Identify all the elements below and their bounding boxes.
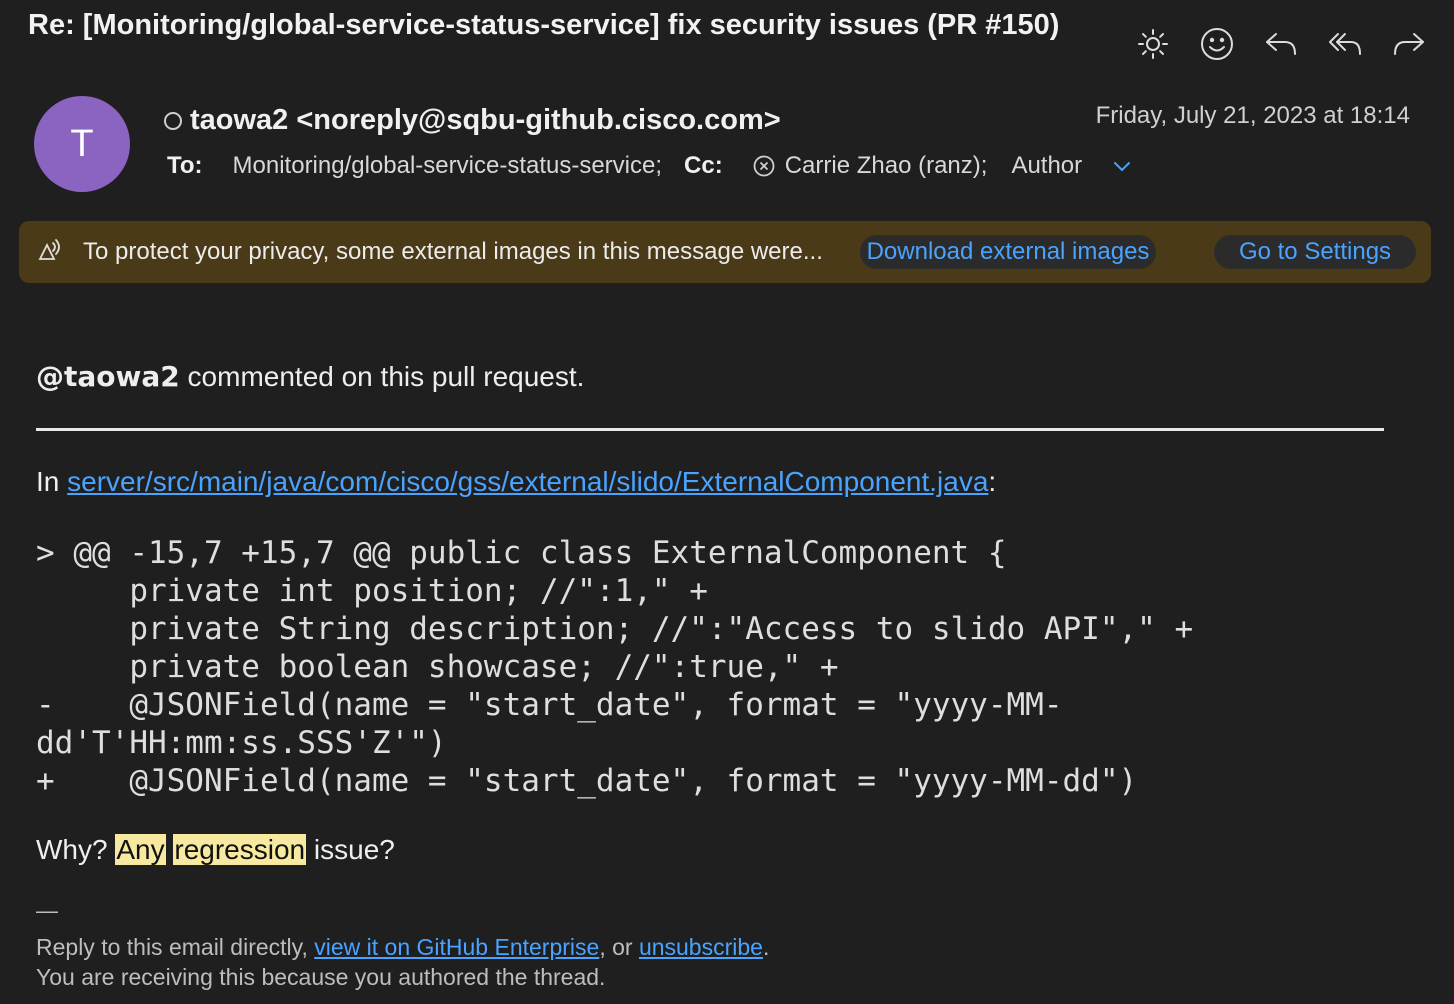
- message-toolbar: [1130, 22, 1432, 66]
- file-suffix: :: [988, 466, 997, 497]
- email-date: Friday, July 21, 2023 at 18:14: [1095, 102, 1410, 129]
- chevron-down-icon[interactable]: [1112, 159, 1132, 173]
- sender-address[interactable]: taowa2 <noreply@sqbu-github.cisco.com>: [190, 104, 781, 137]
- presence-status-icon: [164, 111, 182, 130]
- brightness-icon[interactable]: [1130, 22, 1176, 66]
- cc-recipient[interactable]: Carrie Zhao (ranz);: [753, 152, 988, 180]
- comment-question: Why? Any regression issue?: [36, 834, 395, 866]
- footer-period: .: [762, 934, 770, 960]
- comment-user: @taowa2: [36, 360, 180, 393]
- recipients-row: To: Monitoring/global-service-status-ser…: [167, 152, 1132, 180]
- reply-icon[interactable]: [1258, 22, 1304, 66]
- remove-circle-icon: [753, 155, 775, 177]
- sender-row: taowa2 <noreply@sqbu-github.cisco.com>: [164, 104, 781, 137]
- go-to-settings-button[interactable]: Go to Settings: [1214, 235, 1416, 269]
- cc-recipient-name: Carrie Zhao (ranz);: [784, 152, 988, 179]
- to-label: To:: [167, 152, 203, 179]
- emoji-icon[interactable]: [1194, 22, 1240, 66]
- cc-author[interactable]: Author: [1011, 152, 1082, 180]
- highlight-any: Any: [115, 834, 166, 865]
- footer-reply-line: Reply to this email directly, view it on…: [36, 934, 769, 961]
- comment-header: @taowa2 commented on this pull request.: [36, 360, 584, 393]
- email-subject: Re: [Monitoring/global-service-status-se…: [28, 9, 1060, 41]
- question-suffix: issue?: [306, 834, 395, 865]
- download-external-images-button[interactable]: Download external images: [860, 235, 1156, 269]
- cc-label: Cc:: [684, 152, 723, 179]
- question-prefix: Why?: [36, 834, 116, 865]
- footer-or: , or: [599, 934, 639, 960]
- comment-text: commented on this pull request.: [179, 361, 585, 392]
- forward-icon[interactable]: [1386, 22, 1432, 66]
- file-reference: In server/src/main/java/com/cisco/gss/ex…: [36, 466, 996, 498]
- privacy-banner: To protect your privacy, some external i…: [19, 221, 1431, 283]
- privacy-banner-text: To protect your privacy, some external i…: [83, 238, 823, 265]
- to-recipient[interactable]: Monitoring/global-service-status-service…: [233, 152, 663, 180]
- divider: [36, 428, 1384, 431]
- code-diff: > @@ -15,7 +15,7 @@ public class Externa…: [36, 535, 1194, 799]
- privacy-shield-icon: [35, 235, 69, 269]
- footer-reply-prefix: Reply to this email directly,: [36, 934, 315, 960]
- file-prefix: In: [36, 466, 68, 497]
- signature-dash: —: [36, 898, 58, 923]
- reply-all-icon[interactable]: [1322, 22, 1368, 66]
- view-on-github-link[interactable]: view it on GitHub Enterprise: [314, 934, 599, 960]
- unsubscribe-link[interactable]: unsubscribe: [639, 934, 763, 960]
- email-reader: Re: [Monitoring/global-service-status-se…: [0, 0, 1454, 1004]
- highlight-regression: regression: [173, 834, 307, 865]
- footer-reason: You are receiving this because you autho…: [36, 964, 606, 990]
- file-link[interactable]: server/src/main/java/com/cisco/gss/exter…: [67, 466, 988, 497]
- sender-avatar: T: [34, 96, 130, 192]
